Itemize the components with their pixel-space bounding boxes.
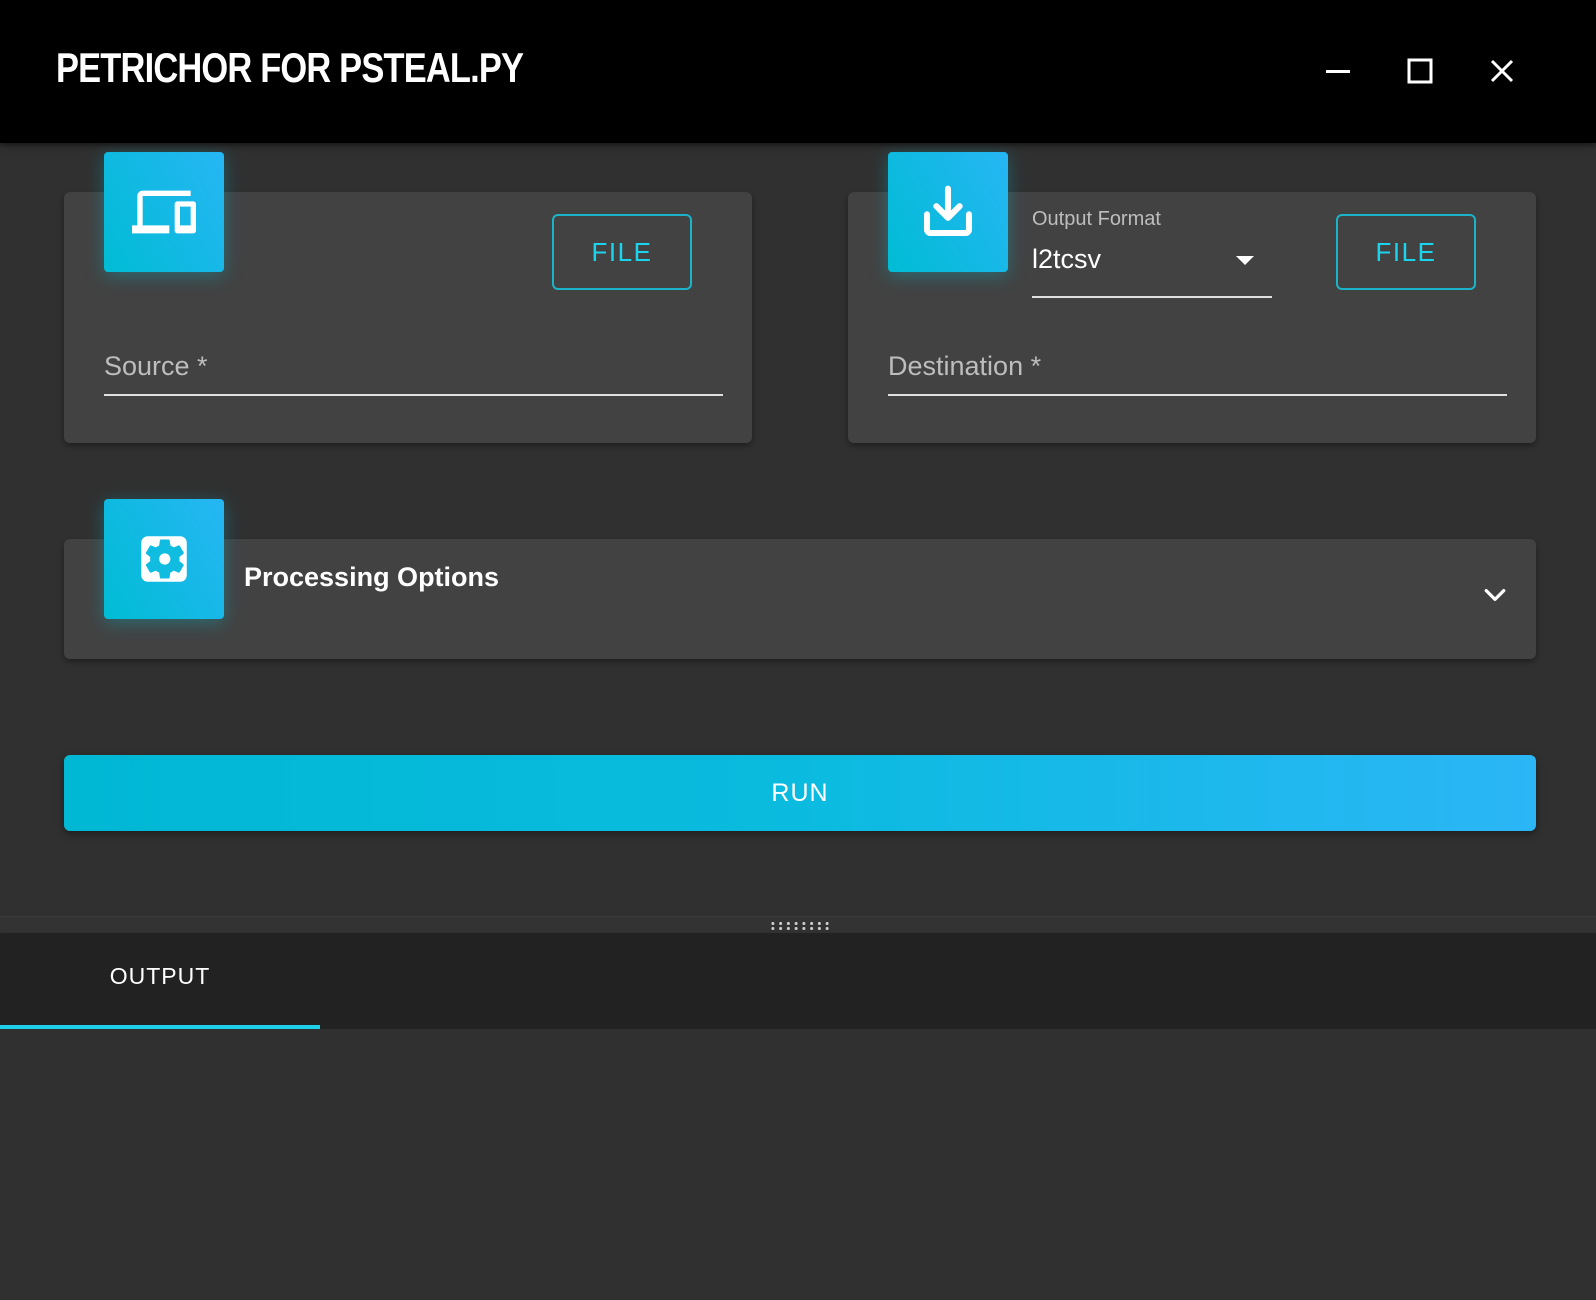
close-button[interactable] — [1477, 46, 1527, 96]
output-format-select[interactable]: l2tcsv — [1032, 238, 1272, 298]
dropdown-arrow-icon — [1236, 256, 1254, 265]
destination-input[interactable]: Destination * — [888, 342, 1507, 396]
source-file-button[interactable]: FILE — [552, 214, 692, 290]
drag-handle-icon — [769, 921, 831, 931]
destination-tile — [888, 152, 1008, 272]
chevron-down-icon[interactable] — [1480, 580, 1510, 610]
devices-icon — [132, 190, 196, 234]
tab-output-label: OUTPUT — [109, 962, 211, 989]
processing-tile — [104, 499, 224, 619]
output-tab-bar: OUTPUT — [0, 933, 1596, 1029]
tab-output[interactable]: OUTPUT — [0, 933, 320, 1029]
destination-label: Destination * — [888, 351, 1042, 381]
output-format-label: Output Format — [1032, 208, 1161, 230]
panel-splitter[interactable] — [0, 916, 1596, 934]
minimize-icon — [1326, 70, 1350, 73]
app-title: PETRICHOR FOR PSTEAL.PY — [56, 44, 524, 91]
maximize-button[interactable] — [1395, 46, 1445, 96]
processing-options-title: Processing Options — [244, 562, 500, 592]
minimize-button[interactable] — [1313, 46, 1363, 96]
source-label: Source * — [104, 351, 208, 381]
run-button[interactable]: RUN — [64, 755, 1536, 831]
source-input[interactable]: Source * — [104, 342, 723, 396]
settings-icon — [141, 536, 187, 582]
source-tile — [104, 152, 224, 272]
output-format-value: l2tcsv — [1032, 244, 1102, 274]
close-icon — [1490, 59, 1514, 83]
output-content-area — [0, 1029, 1596, 1300]
title-bar: PETRICHOR FOR PSTEAL.PY — [0, 0, 1596, 143]
processing-options-panel[interactable] — [64, 539, 1536, 659]
download-icon — [923, 185, 973, 237]
maximize-icon — [1407, 58, 1433, 84]
destination-file-button[interactable]: FILE — [1336, 214, 1476, 290]
